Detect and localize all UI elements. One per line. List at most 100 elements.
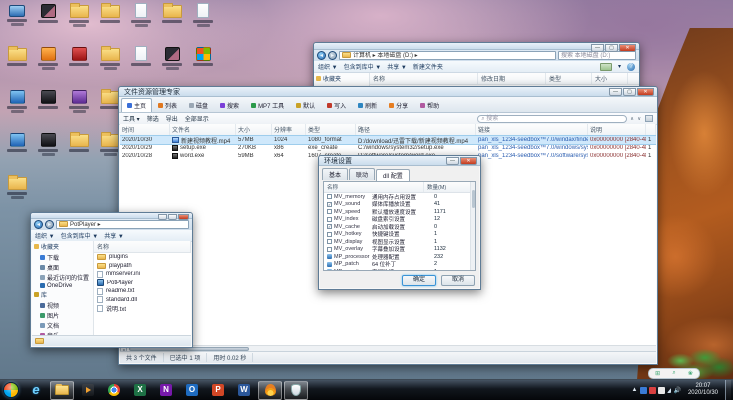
checkbox[interactable]: ✓: [327, 201, 332, 207]
column-header[interactable]: 大小: [592, 73, 628, 84]
desktop-icon-app-blue[interactable]: [3, 88, 31, 124]
tab-写入[interactable]: 写入: [321, 98, 352, 112]
mini-widget-pill[interactable]: ⊞ ⌕ ❀: [648, 368, 700, 379]
desktop-icon-app-orange[interactable]: [34, 45, 62, 81]
nav-桌面[interactable]: 桌面: [32, 262, 93, 272]
checkbox[interactable]: [327, 194, 332, 200]
search-input[interactable]: 搜索 本地磁盘 (D:): [558, 51, 636, 60]
nav-文档[interactable]: 文档: [32, 320, 93, 330]
desktop-icon-folder[interactable]: [3, 174, 31, 210]
taskbar-clock[interactable]: 20:07 2020/10/30: [684, 383, 722, 397]
desktop-icon-app-blue[interactable]: [3, 131, 31, 167]
tab-主页[interactable]: 主页: [121, 98, 153, 112]
nav-最近访问的位置[interactable]: 最近访问的位置: [32, 272, 93, 282]
nav-下载[interactable]: 下载: [32, 252, 93, 262]
show-desktop-button[interactable]: [725, 379, 731, 400]
name-column-header[interactable]: 名称: [94, 241, 191, 252]
maximize-button[interactable]: [168, 214, 177, 220]
tray-overflow-button[interactable]: ▲: [632, 387, 638, 393]
chevron-down-icon[interactable]: ▾: [618, 63, 621, 70]
desktop-icon-folder[interactable]: [96, 45, 124, 81]
taskbar-app-media-player[interactable]: [76, 381, 100, 400]
tray-app-red-icon[interactable]: [649, 386, 657, 394]
column-header-size[interactable]: 大小: [236, 124, 272, 135]
table-row[interactable]: 2020/10/29 setup.exe 270KB x86 exe_create C:…: [120, 144, 656, 152]
file-list-item[interactable]: plugins: [94, 253, 191, 262]
nav-item-0[interactable]: 收藏夹: [314, 73, 369, 84]
column-header-res[interactable]: 分辨率: [272, 124, 306, 135]
help-icon[interactable]: ?: [627, 62, 635, 71]
column-header[interactable]: 类型: [546, 73, 592, 84]
address-bar[interactable]: PotPlayer ▸: [56, 220, 189, 229]
search-icon[interactable]: ⌕: [672, 370, 675, 377]
close-button[interactable]: [178, 214, 189, 220]
ok-button[interactable]: 确定: [402, 275, 436, 286]
tab-列表[interactable]: 列表: [152, 98, 183, 112]
main-titlebar[interactable]: 文件资源管理专家 — ▢ ✕: [119, 87, 657, 97]
column-header[interactable]: 名称: [370, 73, 478, 84]
column-header-path[interactable]: 路径: [356, 124, 476, 135]
dialog-tab-0[interactable]: 基本: [322, 168, 349, 180]
tray-app-white-icon[interactable]: [658, 386, 666, 394]
taskbar-app-excel[interactable]: X: [128, 381, 152, 400]
vertical-scrollbar[interactable]: [470, 182, 475, 270]
tray-app-blue-icon[interactable]: [640, 386, 648, 394]
flower-icon[interactable]: ❀: [688, 370, 693, 377]
close-button[interactable]: ✕: [637, 88, 654, 96]
name-column-header[interactable]: 名称: [324, 182, 424, 192]
column-header-time[interactable]: 时间: [120, 124, 170, 135]
toolbar-item[interactable]: 组织 ▼: [318, 62, 338, 71]
dialog-titlebar[interactable]: 环境设置 — ✕: [319, 156, 480, 166]
toolbar-item[interactable]: 工具 ▾: [123, 114, 140, 123]
volume-icon[interactable]: 🔊: [673, 387, 680, 394]
desktop-icon-folder[interactable]: [158, 2, 186, 38]
minimize-button[interactable]: —: [446, 157, 459, 165]
desktop-icon-app-red[interactable]: [65, 45, 93, 81]
taskbar-app-chrome[interactable]: [102, 381, 126, 400]
desktop-icon-app-black[interactable]: [34, 88, 62, 124]
taskbar-app-shield-tool[interactable]: [284, 380, 308, 400]
desktop-icon-app-purple[interactable]: [65, 88, 93, 124]
taskbar-app-onenote[interactable]: N: [154, 381, 178, 400]
mini-explorer-titlebar[interactable]: [31, 213, 192, 220]
cancel-button[interactable]: 取消: [441, 275, 475, 286]
desktop-icon-app-win[interactable]: [189, 45, 217, 81]
file-list-item[interactable]: playpath: [94, 262, 191, 271]
maximize-button[interactable]: ▢: [605, 44, 618, 52]
desktop-icon-pc[interactable]: [3, 2, 31, 38]
tab-分享[interactable]: 分享: [383, 98, 414, 112]
close-button[interactable]: ✕: [460, 157, 477, 165]
desktop-icon-folder[interactable]: [96, 2, 124, 38]
column-header-n[interactable]: [646, 124, 656, 135]
close-button[interactable]: ✕: [619, 44, 636, 52]
dialog-tab-2[interactable]: dll 配置: [376, 169, 410, 181]
column-header-note[interactable]: 说明: [588, 124, 646, 135]
taskbar-app-internet-explorer[interactable]: e: [24, 381, 48, 400]
change-view-icon[interactable]: [599, 62, 612, 71]
start-button[interactable]: [3, 382, 19, 398]
minimize-button[interactable]: —: [609, 88, 622, 96]
forward-button[interactable]: ▸: [45, 220, 54, 229]
checkbox[interactable]: [327, 239, 332, 245]
dialog-tab-1[interactable]: 联动: [349, 168, 376, 180]
minimize-button[interactable]: [158, 214, 167, 220]
column-header[interactable]: 修改日期: [478, 73, 546, 84]
back-button[interactable]: ◂: [317, 51, 326, 60]
forward-button[interactable]: ▸: [328, 51, 337, 60]
toolbar-item[interactable]: 共享 ▼: [104, 231, 124, 240]
settings-dialog[interactable]: 环境设置 — ✕ 基本 联动 dll 配置 名称 数量(M) MV_memory 通用内…: [318, 155, 481, 290]
tab-MP7 工具[interactable]: MP7 工具: [245, 98, 290, 112]
toolbar-item[interactable]: 共享 ▼: [387, 62, 407, 71]
desktop-icon-app-black[interactable]: [34, 131, 62, 167]
file-list-item[interactable]: standard.dll: [94, 296, 191, 305]
explorer-window-mini[interactable]: ◂ ▸ PotPlayer ▸ 组织 ▼ 包含到库中 ▼ 共享 ▼ 收藏夹 下载 桌面最…: [30, 212, 193, 348]
nav-OneDrive[interactable]: OneDrive: [32, 282, 93, 289]
back-button[interactable]: ◂: [34, 220, 43, 229]
desktop-icon-folder[interactable]: [65, 131, 93, 167]
desktop-icon-doc[interactable]: [127, 2, 155, 38]
toolbar-item[interactable]: 包含到库中 ▼: [344, 62, 382, 71]
desktop-icon-photo[interactable]: [34, 2, 62, 38]
nav-收藏夹[interactable]: 收藏夹: [32, 241, 93, 252]
checkbox[interactable]: ✓: [327, 224, 332, 230]
dialog-row[interactable]: MP_monitor空闲监控1: [324, 268, 475, 270]
